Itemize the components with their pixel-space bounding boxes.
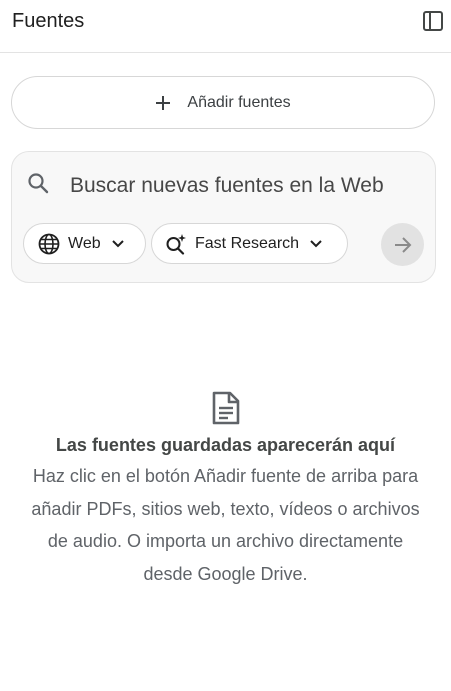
research-mode-label: Fast Research (195, 234, 300, 252)
add-sources-label: Añadir fuentes (187, 93, 291, 111)
sparkle-search-icon (164, 232, 188, 256)
empty-sources-state: Las fuentes guardadas aparecerán aquí Ha… (0, 390, 451, 590)
search-icon (28, 173, 49, 194)
empty-state-title: Las fuentes guardadas aparecerán aquí (55, 435, 396, 455)
empty-state-description: Haz clic en el botón Añadir fuente de ar… (31, 466, 420, 584)
document-icon (212, 391, 239, 425)
submit-search-button[interactable] (381, 223, 424, 266)
chevron-down-icon (111, 236, 127, 252)
arrow-right-icon (394, 236, 411, 253)
add-sources-button[interactable]: Añadir fuentes (11, 76, 435, 129)
research-mode-dropdown[interactable]: Fast Research (151, 223, 348, 264)
search-input[interactable] (70, 172, 420, 200)
chevron-down-icon (309, 236, 325, 252)
sources-header: Fuentes (0, 0, 451, 53)
page-title: Fuentes (12, 10, 85, 32)
web-search-card: Web Fast Research (11, 151, 436, 283)
side-panel-icon (423, 11, 443, 31)
globe-icon (37, 232, 61, 256)
side-panel-toggle-button[interactable] (420, 8, 446, 34)
plus-icon (155, 95, 171, 111)
source-type-label: Web (68, 234, 101, 252)
source-type-dropdown[interactable]: Web (23, 223, 146, 264)
